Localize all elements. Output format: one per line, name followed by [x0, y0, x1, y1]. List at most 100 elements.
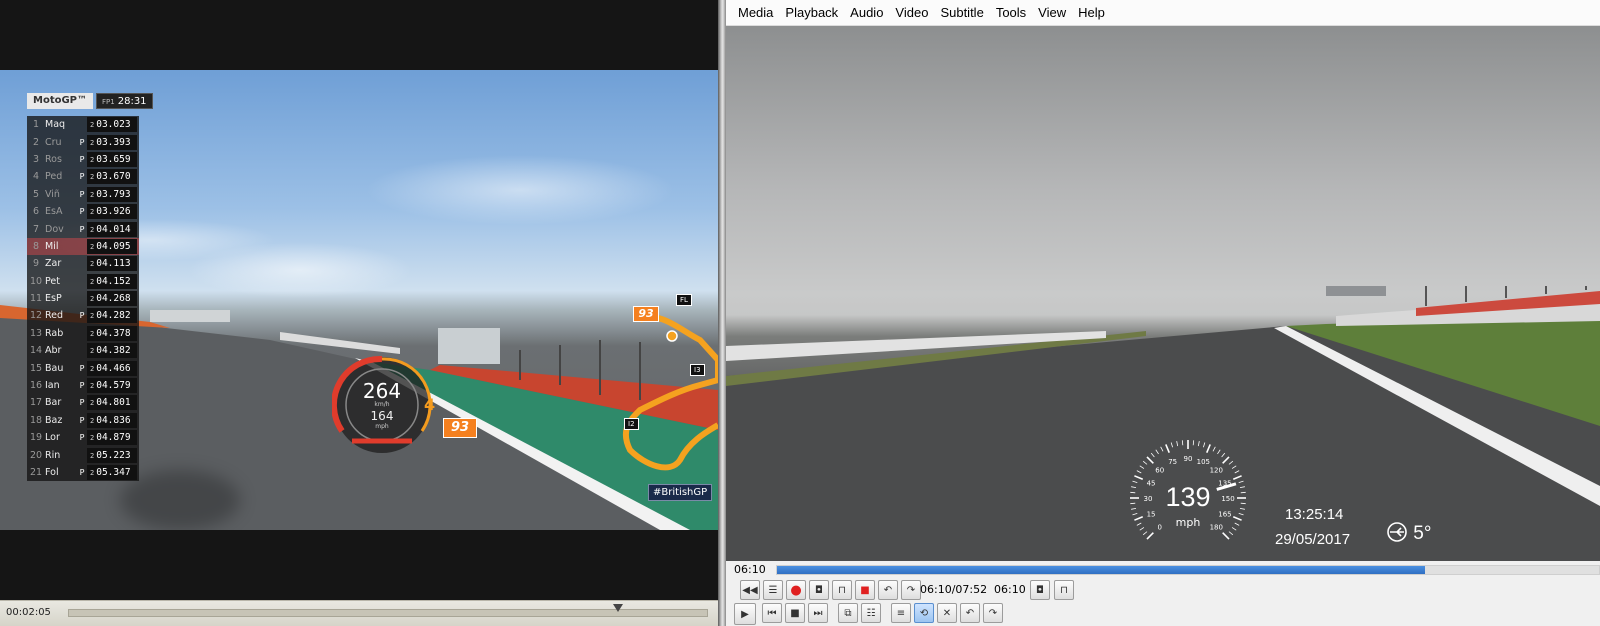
loop-ab-button[interactable]: ⊓: [832, 580, 852, 600]
rider-name: Cru: [45, 136, 62, 148]
rider-name: Red: [45, 310, 64, 322]
loop-toggle-button[interactable]: ⟲: [914, 603, 934, 623]
gear-indicator: 4: [424, 395, 436, 414]
snapshot-button-2[interactable]: ◘: [1030, 580, 1050, 600]
menu-help[interactable]: Help: [1072, 0, 1111, 26]
menu-playback[interactable]: Playback: [779, 0, 844, 26]
pit-flag: P: [79, 224, 85, 234]
lap-time: 2 03.670: [87, 169, 137, 185]
stop-button[interactable]: ■: [785, 603, 805, 623]
lap-time: 2 04.014: [87, 221, 137, 237]
rider-position: 15: [29, 362, 43, 374]
speedometer-scale-label: 90: [1184, 455, 1193, 463]
menu-tools[interactable]: Tools: [990, 0, 1032, 26]
motogp-logo: MotoGP™: [27, 93, 94, 109]
rider-name: Viñ: [45, 188, 60, 200]
previous-button[interactable]: ⏮: [762, 603, 782, 623]
left-seek-bar[interactable]: [68, 604, 708, 617]
rider-number-plate: 93: [443, 418, 477, 438]
playlist-button[interactable]: ≡: [891, 603, 911, 623]
lap-seconds: 03.023: [96, 119, 131, 131]
speedometer-tick: [1170, 442, 1173, 448]
speed-unit: mph: [1175, 516, 1201, 529]
repeat-icon: ⟲: [919, 607, 929, 619]
map-rider-number: 93: [633, 306, 659, 322]
rider-position: 11: [29, 293, 43, 305]
lap-seconds: 04.801: [96, 397, 131, 409]
lap-time: 2 04.801: [87, 395, 137, 411]
rider-position: 12: [29, 310, 43, 322]
speedometer-tick: [1142, 460, 1148, 465]
redo-button[interactable]: ↷: [901, 580, 921, 600]
lap-time: 2 05.347: [87, 465, 137, 480]
lap-time: 2 03.393: [87, 134, 137, 150]
pit-flag: P: [79, 381, 85, 391]
speedometer-tick: [1217, 449, 1221, 455]
speedometer-tick: [1206, 444, 1211, 454]
speedometer-tick: [1238, 513, 1244, 516]
speedometer-tick: [1212, 446, 1216, 452]
left-seek-thumb[interactable]: [613, 604, 624, 612]
shuffle-button[interactable]: ✕: [937, 603, 957, 623]
leaderboard-row: 19 Lor P 2 04.879: [27, 429, 139, 447]
leaderboard-row: 18 Baz P 2 04.836: [27, 411, 139, 430]
rider-name: Ros: [45, 153, 62, 165]
rider-name: EsA: [45, 206, 63, 218]
lap-time: 2 03.023: [87, 117, 137, 133]
window-divider[interactable]: [718, 0, 726, 626]
lap-minutes: 2: [90, 312, 95, 321]
rider-position: 4: [32, 171, 40, 183]
loop-button[interactable]: ⊓: [1054, 580, 1074, 600]
undo-button[interactable]: ↶: [878, 580, 898, 600]
fullscreen-button[interactable]: ⧉: [838, 603, 858, 623]
record-button[interactable]: ●: [786, 580, 806, 600]
seek-bar[interactable]: [776, 565, 1600, 575]
leaderboard-row: 15 Bau P 2 04.466: [27, 359, 139, 377]
rider-name: Mil: [45, 240, 59, 252]
lap-time: 2 04.095: [87, 238, 137, 254]
menu-audio[interactable]: Audio: [844, 0, 889, 26]
lap-time: 2 03.926: [87, 204, 137, 220]
lap-minutes: 2: [90, 138, 95, 147]
menu-subtitle[interactable]: Subtitle: [934, 0, 989, 26]
lap-time: 2 03.659: [87, 151, 137, 167]
speed-mph-unit: mph: [375, 423, 389, 430]
leaderboard: 1 Maq 2 03.023 2 Cru P 2 03.393 3 Ros P 2 03.659 4 Ped P…: [27, 116, 139, 482]
right-video-frame[interactable]: 0 15 30 45 60 75 90 105 120 135 150 165 180 139 mph …: [726, 26, 1600, 561]
snapshot-button[interactable]: ◘: [809, 580, 829, 600]
pit-flag: P: [79, 363, 85, 373]
menu-view[interactable]: View: [1032, 0, 1072, 26]
lap-time: 2 04.113: [87, 256, 137, 272]
speed-gauge: 264 km/h 164 mph 4: [330, 355, 442, 465]
menu-media[interactable]: Media: [732, 0, 779, 26]
lap-minutes: 2: [90, 295, 95, 304]
pit-flag: P: [79, 311, 85, 321]
temperature-value: 5°: [1413, 523, 1432, 544]
position-text: 06:10/07:52: [920, 583, 988, 596]
effects-button[interactable]: ☰: [763, 580, 783, 600]
rider-position: 1: [32, 119, 40, 131]
speedometer-tick: [1142, 531, 1148, 536]
undo-button-2[interactable]: ↶: [960, 603, 980, 623]
pit-flag: P: [79, 433, 85, 443]
ab-time: 06:10: [994, 583, 1026, 596]
session-label: FP1: [102, 98, 115, 106]
next-button[interactable]: ⏭: [808, 603, 828, 623]
redo-button-2[interactable]: ↷: [983, 603, 1003, 623]
speedometer-tick: [1176, 441, 1179, 447]
leaderboard-row: 21 Fol P 2 05.347: [27, 463, 139, 482]
play-button[interactable]: ▶: [734, 603, 756, 625]
lap-minutes: 2: [90, 434, 95, 443]
frame-back-button[interactable]: ◀◀: [740, 580, 760, 600]
left-control-bar: 00:02:05: [0, 600, 718, 626]
stop-record-button[interactable]: ■: [855, 580, 875, 600]
lap-time: 2 04.466: [87, 360, 137, 376]
lap-time: 2 04.378: [87, 325, 137, 341]
lap-seconds: 04.879: [96, 432, 131, 444]
speedometer-tick: [1165, 444, 1170, 454]
lap-seconds: 03.670: [96, 171, 131, 183]
play-icon: ▶: [741, 608, 749, 620]
lap-minutes: 2: [90, 329, 95, 338]
menu-video[interactable]: Video: [889, 0, 934, 26]
extended-settings-button[interactable]: ☷: [861, 603, 881, 623]
